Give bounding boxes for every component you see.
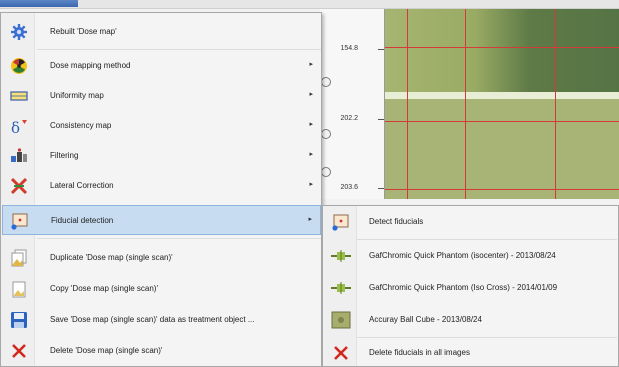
menu-item-label: Fiducial detection xyxy=(51,216,114,225)
uniformity-icon xyxy=(10,87,28,105)
menu-item-copy[interactable]: Copy 'Dose map (single scan)' xyxy=(2,274,321,304)
menu-item-filtering[interactable]: Filtering ▸ xyxy=(2,141,321,171)
menu-item-label: Consistency map xyxy=(50,121,112,130)
marker-circle xyxy=(321,77,331,87)
ruler-tick xyxy=(378,119,384,120)
grid-line xyxy=(385,47,619,48)
menu-item-label: Copy 'Dose map (single scan)' xyxy=(50,284,158,293)
film-region-bottom xyxy=(385,99,619,199)
menu-item-label: Delete 'Dose map (single scan)' xyxy=(50,346,163,355)
marker-circle xyxy=(321,129,331,139)
dose-map-image[interactable] xyxy=(385,9,619,199)
submenu-item-label: Detect fiducials xyxy=(369,217,424,226)
ruler-tick xyxy=(378,188,384,189)
copy-icon xyxy=(10,280,28,298)
submenu-item-label: GafChromic Quick Phantom (Iso Cross) - 2… xyxy=(369,283,558,292)
submenu-item-quick-phantom-isocenter[interactable]: GafChromic Quick Phantom (isocenter) - 2… xyxy=(324,241,618,271)
menu-item-label: Filtering xyxy=(50,151,79,160)
toolbar-strip xyxy=(0,0,78,7)
menu-item-duplicate[interactable]: Duplicate 'Dose map (single scan)' xyxy=(2,243,321,273)
duplicate-icon xyxy=(10,249,28,267)
menu-item-label: Uniformity map xyxy=(50,91,104,100)
menu-item-rebuilt-dose-map[interactable]: Rebuilt 'Dose map' xyxy=(2,17,321,47)
context-menu: Rebuilt 'Dose map' Dose mapping method ▸… xyxy=(0,12,322,367)
title-bar xyxy=(0,0,619,9)
consistency-icon: δ xyxy=(10,117,28,135)
phantom-icon xyxy=(331,279,351,297)
submenu-arrow-icon: ▸ xyxy=(309,181,313,188)
submenu-item-delete-fiducials[interactable]: Delete fiducials in all images xyxy=(324,338,618,367)
fiducial-submenu: Detect fiducials GafChromic Quick Phanto… xyxy=(322,205,619,367)
film-separator xyxy=(385,92,619,99)
ruler-label: 203.6 xyxy=(340,184,358,191)
save-icon xyxy=(10,311,28,329)
menu-item-uniformity-map[interactable]: Uniformity map ▸ xyxy=(2,81,321,111)
submenu-arrow-icon: ▸ xyxy=(308,216,312,223)
submenu-item-accuray-ball-cube[interactable]: Accuray Ball Cube - 2013/08/24 xyxy=(324,305,618,335)
submenu-arrow-icon: ▸ xyxy=(309,61,313,68)
grid-line xyxy=(555,9,556,199)
phantom-icon xyxy=(331,247,351,265)
submenu-arrow-icon: ▸ xyxy=(309,151,313,158)
menu-separator xyxy=(37,238,321,239)
grid-line xyxy=(407,9,408,199)
grid-line xyxy=(465,9,466,199)
submenu-item-label: GafChromic Quick Phantom (isocenter) - 2… xyxy=(369,251,556,260)
menu-item-save-treatment-object[interactable]: Save 'Dose map (single scan)' data as tr… xyxy=(2,305,321,335)
submenu-item-label: Delete fiducials in all images xyxy=(369,348,470,357)
menu-item-fiducial-detection[interactable]: Fiducial detection ▸ xyxy=(2,205,321,235)
menu-separator xyxy=(37,49,321,50)
menu-item-label: Lateral Correction xyxy=(50,181,114,190)
menu-item-consistency-map[interactable]: δ Consistency map ▸ xyxy=(2,111,321,141)
menu-item-lateral-correction[interactable]: Lateral Correction ▸ xyxy=(2,171,321,201)
submenu-item-detect-fiducials[interactable]: Detect fiducials xyxy=(324,207,618,237)
svg-text:δ: δ xyxy=(11,119,20,135)
filter-icon xyxy=(10,147,28,165)
ruler-label: 154.8 xyxy=(340,45,358,52)
submenu-item-label: Accuray Ball Cube - 2013/08/24 xyxy=(369,315,482,324)
menu-item-delete[interactable]: Delete 'Dose map (single scan)' xyxy=(2,336,321,366)
ball-cube-icon xyxy=(331,311,351,329)
grid-line xyxy=(385,189,619,190)
submenu-arrow-icon: ▸ xyxy=(309,121,313,128)
menu-separator xyxy=(357,239,617,240)
submenu-arrow-icon: ▸ xyxy=(309,91,313,98)
fiducial-icon xyxy=(331,213,351,231)
menu-item-dose-mapping-method[interactable]: Dose mapping method ▸ xyxy=(2,51,321,81)
lateral-correction-icon xyxy=(10,177,28,195)
fiducial-icon xyxy=(11,212,29,230)
grid-line xyxy=(385,121,619,122)
film-region-top xyxy=(385,9,619,92)
menu-item-label: Rebuilt 'Dose map' xyxy=(50,27,117,36)
ruler-tick xyxy=(378,49,384,50)
delete-icon xyxy=(331,344,351,362)
delete-icon xyxy=(10,342,28,360)
menu-item-label: Dose mapping method xyxy=(50,61,131,70)
marker-circle xyxy=(321,167,331,177)
radiation-icon xyxy=(10,57,28,75)
ruler-label: 202.2 xyxy=(340,115,358,122)
menu-item-label: Duplicate 'Dose map (single scan)' xyxy=(50,253,173,262)
menu-item-label: Save 'Dose map (single scan)' data as tr… xyxy=(50,315,255,324)
submenu-item-quick-phantom-iso-cross[interactable]: GafChromic Quick Phantom (Iso Cross) - 2… xyxy=(324,273,618,303)
gear-icon xyxy=(10,23,28,41)
